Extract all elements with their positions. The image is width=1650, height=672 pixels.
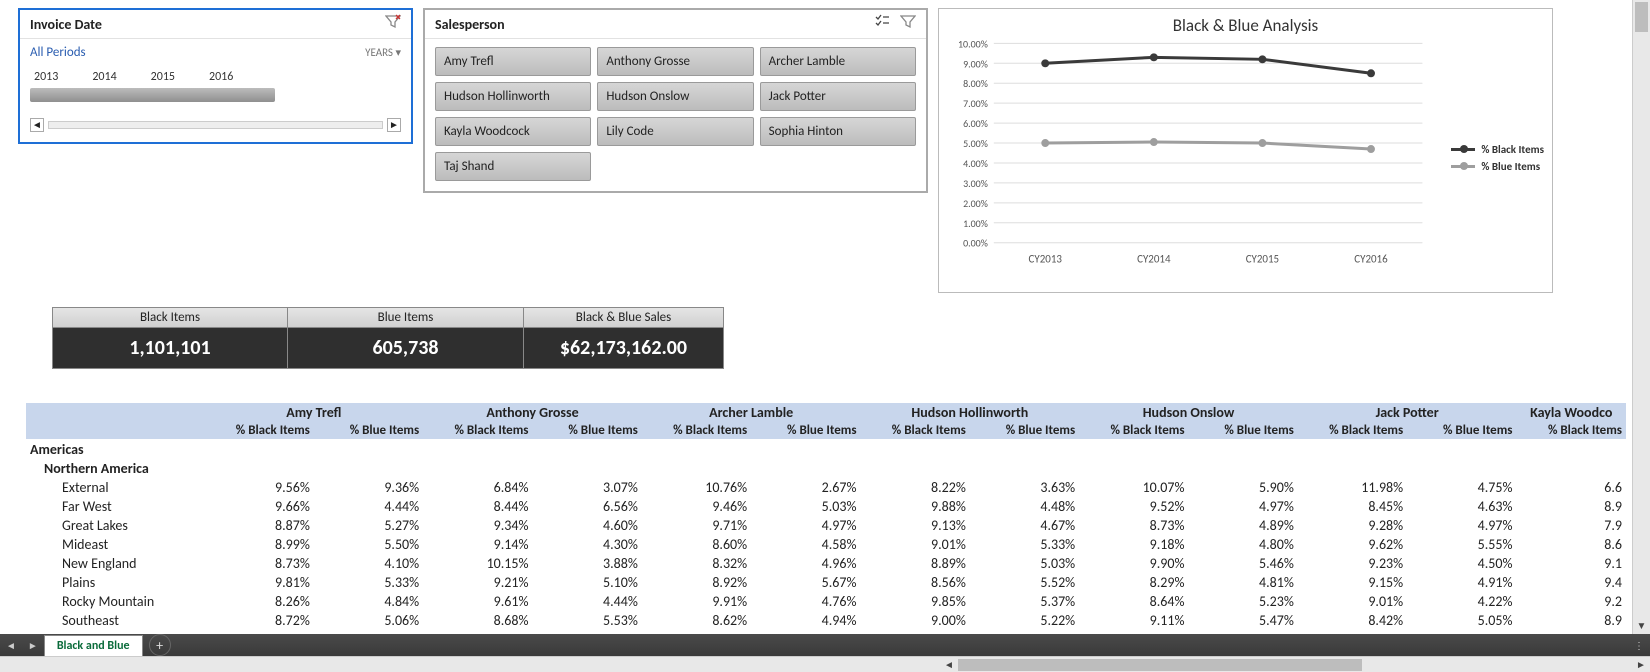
card-black-items: Black Items 1,101,101 <box>52 307 288 369</box>
svg-text:7.00%: 7.00% <box>963 98 988 110</box>
timeline-scale-dropdown[interactable]: YEARS ▾ <box>365 46 401 59</box>
pivot-data-row[interactable]: New England8.73%4.10%10.15%3.88%8.32%4.9… <box>26 554 1626 573</box>
salesperson-item[interactable]: Archer Lamble <box>760 47 916 76</box>
pivot-col-salesperson[interactable]: Jack Potter <box>1298 403 1517 422</box>
svg-text:0.00%: 0.00% <box>963 238 988 250</box>
card-value: 605,738 <box>288 328 523 368</box>
pivot-data-row[interactable]: External9.56%9.36%6.84%3.07%10.76%2.67%8… <box>26 478 1626 497</box>
scroll-left-arrow[interactable]: ◄ <box>940 657 958 672</box>
pivot-col-salesperson[interactable]: Anthony Grosse <box>423 403 642 422</box>
scroll-right-arrow[interactable]: ► <box>1632 657 1650 672</box>
tab-nav-prev[interactable]: ◄ <box>0 639 22 652</box>
timeline-all-periods[interactable]: All Periods <box>30 45 86 60</box>
pivot-col-salesperson[interactable]: Kayla Woodco <box>1517 403 1627 422</box>
card-label: Black Items <box>53 308 287 328</box>
timeline-range-bar[interactable] <box>30 88 275 102</box>
salesperson-item[interactable]: Taj Shand <box>435 152 591 181</box>
salesperson-item[interactable]: Kayla Woodcock <box>435 117 591 146</box>
multiselect-icon[interactable] <box>874 14 890 34</box>
card-label: Blue Items <box>288 308 523 328</box>
salesperson-item[interactable]: Hudson Hollinworth <box>435 82 591 111</box>
card-black-blue-sales: Black & Blue Sales $62,173,162.00 <box>524 307 724 369</box>
timeline-slicer-invoice-date[interactable]: Invoice Date All Periods YEARS ▾ 2013 <box>18 8 413 144</box>
timeline-scroll-right[interactable]: ► <box>387 118 401 132</box>
pivot-data-row[interactable]: Rocky Mountain8.26%4.84%9.61%4.44%9.91%4… <box>26 592 1626 611</box>
vertical-scrollbar[interactable]: ▲ ▼ <box>1632 0 1650 634</box>
pivot-region[interactable]: Americas <box>26 439 1626 459</box>
clear-filter-icon[interactable] <box>385 14 401 34</box>
pivot-col-salesperson[interactable]: Hudson Hollinworth <box>861 403 1080 422</box>
pivot-col-salesperson[interactable]: Amy Trefl <box>205 403 424 422</box>
pivot-data-row[interactable]: Great Lakes8.87%5.27%9.34%4.60%9.71%4.97… <box>26 516 1626 535</box>
chart-black-blue-analysis[interactable]: Black & Blue Analysis 0.00% 1.00% 2.00% 3.0… <box>938 8 1553 293</box>
svg-text:9.00%: 9.00% <box>963 58 988 70</box>
svg-text:6.00%: 6.00% <box>963 118 988 130</box>
salesperson-item[interactable]: Lily Code <box>597 117 753 146</box>
slicer-salesperson[interactable]: Salesperson Amy TreflAnthony GrosseArche… <box>423 8 928 193</box>
pivot-data-row[interactable]: Plains9.81%5.33%9.21%5.10%8.92%5.67%8.56… <box>26 573 1626 592</box>
pivot-col-salesperson[interactable]: Hudson Onslow <box>1079 403 1298 422</box>
salesperson-item[interactable]: Jack Potter <box>760 82 916 111</box>
salesperson-item[interactable]: Amy Trefl <box>435 47 591 76</box>
timeline-scroll-track[interactable] <box>48 121 383 129</box>
salesperson-item[interactable]: Sophia Hinton <box>760 117 916 146</box>
chart-legend: .legend div:nth-child(1) .sw::after{back… <box>1451 139 1544 177</box>
salesperson-item[interactable]: Anthony Grosse <box>597 47 753 76</box>
svg-text:2.00%: 2.00% <box>963 198 988 210</box>
pivot-table[interactable]: Amy TreflAnthony GrosseArcher LambleHuds… <box>26 403 1626 668</box>
timeline-title: Invoice Date <box>30 16 102 33</box>
salesperson-title: Salesperson <box>435 16 505 33</box>
new-sheet-button[interactable]: + <box>149 634 171 656</box>
sheet-tab-active[interactable]: Black and Blue <box>44 635 143 656</box>
svg-text:3.00%: 3.00% <box>963 178 988 190</box>
vscroll-thumb[interactable] <box>1635 2 1648 32</box>
card-value: 1,101,101 <box>53 328 287 368</box>
clear-filter-icon[interactable] <box>900 14 916 34</box>
timeline-year-labels: 2013 2014 2015 2016 <box>30 70 401 84</box>
hscroll-thumb[interactable] <box>958 659 1362 671</box>
salesperson-item[interactable]: Hudson Onslow <box>597 82 753 111</box>
card-label: Black & Blue Sales <box>524 308 723 328</box>
pivot-data-row[interactable]: Far West9.66%4.44%8.44%6.56%9.46%5.03%9.… <box>26 497 1626 516</box>
sheet-tab-bar: ◄ ► Black and Blue + ⋮ <box>0 634 1650 656</box>
timeline-scroll-left[interactable]: ◄ <box>30 118 44 132</box>
svg-text:CY2016: CY2016 <box>1354 253 1388 266</box>
pivot-subregion[interactable]: Northern America <box>26 459 1626 478</box>
svg-text:4.00%: 4.00% <box>963 158 988 170</box>
horizontal-scrollbar[interactable]: ◄ ► <box>0 656 1650 672</box>
card-blue-items: Blue Items 605,738 <box>288 307 524 369</box>
pivot-data-row[interactable]: Southeast8.72%5.06%8.68%5.53%8.62%4.94%9… <box>26 611 1626 630</box>
tab-split-handle[interactable]: ⋮ <box>1628 639 1650 652</box>
chart-title: Black & Blue Analysis <box>939 9 1552 38</box>
svg-text:8.00%: 8.00% <box>963 78 988 90</box>
svg-text:CY2014: CY2014 <box>1137 253 1171 266</box>
scroll-down-arrow[interactable]: ▼ <box>1633 618 1650 634</box>
svg-text:1.00%: 1.00% <box>963 218 988 230</box>
svg-text:10.00%: 10.00% <box>958 38 988 50</box>
summary-cards: Black Items 1,101,101 Blue Items 605,738… <box>52 307 1650 369</box>
svg-text:CY2013: CY2013 <box>1029 253 1063 266</box>
pivot-col-salesperson[interactable]: Archer Lamble <box>642 403 861 422</box>
svg-text:CY2015: CY2015 <box>1246 253 1279 266</box>
tab-nav-next[interactable]: ► <box>22 639 44 652</box>
pivot-data-row[interactable]: Mideast8.99%5.50%9.14%4.30%8.60%4.58%9.0… <box>26 535 1626 554</box>
svg-text:5.00%: 5.00% <box>963 138 988 150</box>
card-value: $62,173,162.00 <box>524 328 723 368</box>
